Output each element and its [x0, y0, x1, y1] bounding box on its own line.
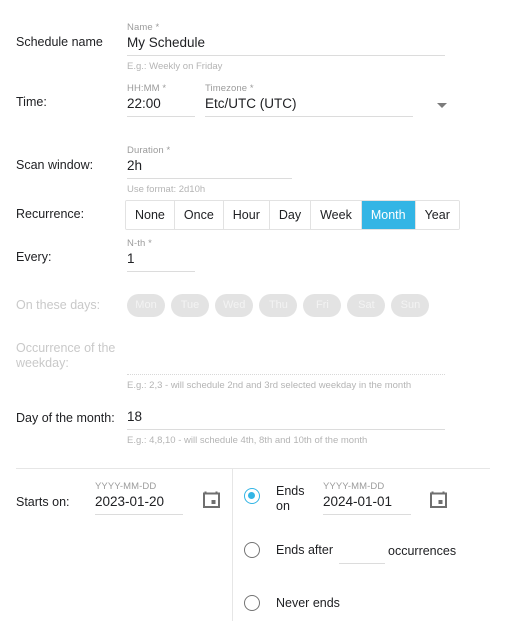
- weekday-pill-wed: Wed: [215, 294, 254, 317]
- time-hhmm-field[interactable]: HH:MM * 22:00: [127, 83, 195, 117]
- radio-never-ends-label[interactable]: Never ends: [276, 596, 340, 611]
- radio-ends-on[interactable]: [244, 488, 260, 504]
- occurrence-weekday-field: E.g.: 2,3 - will schedule 2nd and 3rd se…: [127, 352, 445, 392]
- ends-on-date-input[interactable]: 2024-01-01: [323, 492, 411, 511]
- ends-after-count-field[interactable]: [339, 541, 385, 564]
- schedule-name-underline: [127, 55, 445, 56]
- schedule-name-hint: E.g.: Weekly on Friday: [127, 61, 223, 72]
- radio-ends-after[interactable]: [244, 542, 260, 558]
- scan-window-hint: Use format: 2d10h: [127, 184, 206, 195]
- starts-on-date-input[interactable]: 2023-01-20: [95, 492, 183, 511]
- radio-never-ends[interactable]: [244, 595, 260, 611]
- time-hhmm-float-label: HH:MM *: [127, 83, 167, 94]
- occurrence-weekday-underline: [127, 374, 445, 375]
- scan-window-field[interactable]: Duration * 2h Use format: 2d10h: [127, 145, 292, 196]
- ends-on-float-label: YYYY-MM-DD: [323, 481, 385, 492]
- day-of-month-input[interactable]: 18: [127, 407, 445, 426]
- starts-on-underline: [95, 514, 183, 515]
- day-of-month-label: Day of the month:: [16, 411, 115, 425]
- timezone-underline: [205, 116, 413, 117]
- weekday-pill-group[interactable]: Mon Tue Wed Thu Fri Sat Sun: [127, 294, 430, 317]
- recurrence-option-week[interactable]: Week: [311, 201, 362, 229]
- timezone-select-value[interactable]: Etc/UTC (UTC): [205, 94, 413, 113]
- schedule-name-field[interactable]: Name * My Schedule E.g.: Weekly on Frida…: [127, 22, 445, 73]
- timezone-field[interactable]: Timezone * Etc/UTC (UTC): [205, 83, 413, 117]
- recurrence-option-day[interactable]: Day: [269, 201, 312, 229]
- timezone-float-label: Timezone *: [205, 83, 254, 94]
- recurrence-label: Recurrence:: [16, 207, 85, 221]
- scan-window-float-label: Duration *: [127, 145, 171, 156]
- occurrence-weekday-label: Occurrence of the weekday:: [16, 341, 116, 370]
- scan-window-underline: [127, 178, 292, 179]
- every-nth-field[interactable]: N-th * 1: [127, 238, 195, 272]
- weekday-pill-tue: Tue: [171, 294, 209, 317]
- scan-window-label: Scan window:: [16, 158, 94, 172]
- chevron-down-icon[interactable]: [437, 103, 447, 108]
- recurrence-button-group[interactable]: None Once Hour Day Week Month Year: [125, 200, 460, 230]
- on-these-days-label: On these days:: [16, 298, 101, 312]
- recurrence-option-once[interactable]: Once: [174, 201, 224, 229]
- weekday-pill-sun: Sun: [391, 294, 430, 317]
- ends-column-divider: [232, 469, 233, 621]
- time-hhmm-input[interactable]: 22:00: [127, 94, 195, 113]
- occurrences-suffix-label: occurrences: [388, 544, 457, 558]
- calendar-icon[interactable]: [430, 491, 447, 513]
- scan-window-duration-input[interactable]: 2h: [127, 156, 292, 175]
- recurrence-option-year[interactable]: Year: [415, 201, 459, 229]
- weekday-pill-sat: Sat: [347, 294, 386, 317]
- weekday-pill-thu: Thu: [259, 294, 298, 317]
- section-divider: [16, 468, 490, 469]
- time-hhmm-underline: [127, 116, 195, 117]
- occurrence-weekday-hint: E.g.: 2,3 - will schedule 2nd and 3rd se…: [127, 380, 412, 391]
- schedule-form: Schedule name Name * My Schedule E.g.: W…: [0, 0, 506, 644]
- radio-ends-on-label[interactable]: Ends on: [276, 484, 316, 514]
- ends-after-underline: [339, 563, 385, 564]
- day-of-month-field[interactable]: 18 E.g.: 4,8,10 - will schedule 4th, 8th…: [127, 407, 445, 447]
- starts-on-field[interactable]: YYYY-MM-DD 2023-01-20: [95, 481, 183, 515]
- ends-on-date-field[interactable]: YYYY-MM-DD 2024-01-01: [323, 481, 411, 515]
- starts-on-float-label: YYYY-MM-DD: [95, 481, 157, 492]
- schedule-name-input[interactable]: My Schedule: [127, 33, 445, 52]
- every-nth-float-label: N-th *: [127, 238, 152, 249]
- every-nth-input[interactable]: 1: [127, 249, 195, 268]
- radio-ends-after-label[interactable]: Ends after: [276, 543, 333, 558]
- ends-after-count-input[interactable]: [339, 541, 385, 560]
- every-label: Every:: [16, 250, 52, 264]
- starts-on-label: Starts on:: [16, 495, 70, 509]
- ends-on-underline: [323, 514, 411, 515]
- occurrence-weekday-input: [127, 352, 445, 371]
- time-label: Time:: [16, 95, 47, 109]
- recurrence-option-month[interactable]: Month: [361, 201, 416, 229]
- recurrence-option-hour[interactable]: Hour: [223, 201, 270, 229]
- calendar-icon[interactable]: [203, 491, 220, 513]
- schedule-name-label: Schedule name: [16, 35, 103, 49]
- day-of-month-underline: [127, 429, 445, 430]
- schedule-name-float-label: Name *: [127, 22, 160, 33]
- day-of-month-hint: E.g.: 4,8,10 - will schedule 4th, 8th an…: [127, 435, 368, 446]
- weekday-pill-fri: Fri: [303, 294, 342, 317]
- every-nth-underline: [127, 271, 195, 272]
- recurrence-option-none[interactable]: None: [126, 201, 175, 229]
- weekday-pill-mon: Mon: [127, 294, 165, 317]
